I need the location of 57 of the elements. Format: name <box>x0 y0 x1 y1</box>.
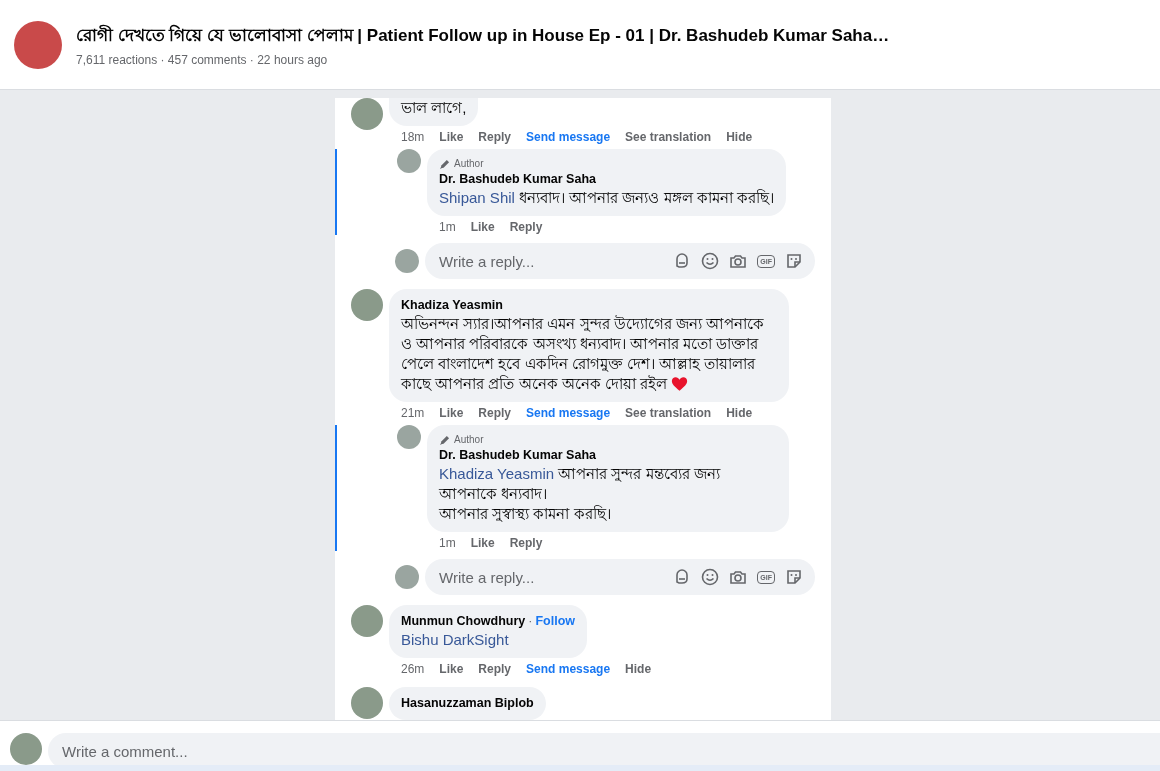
action-link[interactable]: Like <box>439 129 464 145</box>
commenter-name[interactable]: Khadiza Yeasmin <box>401 297 503 314</box>
action-link[interactable]: Reply <box>478 129 512 145</box>
action-link[interactable]: Reply <box>478 405 512 421</box>
action-link[interactable]: Like <box>439 661 464 677</box>
mention-link[interactable]: Shipan Shil <box>439 189 515 206</box>
author-label: Author <box>454 433 484 447</box>
pen-icon <box>439 434 450 446</box>
user-avatar[interactable] <box>397 149 421 173</box>
action-link[interactable]: Reply <box>478 661 512 677</box>
user-avatar[interactable] <box>397 425 421 449</box>
commenter-name[interactable]: Hasanuzzaman Biplob <box>401 695 534 712</box>
post-title: রোগী দেখতে গিয়ে যে ভালোবাসা পেলাম | Patient Follow up in House Ep - 01 | Dr. Bashudeb Kumar Saha… <box>76 23 890 47</box>
comment-time: 18m <box>401 129 425 145</box>
action-link[interactable]: Hide <box>726 129 753 145</box>
commenter-name[interactable]: Munmun Chowdhury <box>401 613 526 630</box>
user-avatar[interactable] <box>351 289 383 321</box>
camera-icon <box>729 568 748 586</box>
user-avatar[interactable] <box>351 605 383 637</box>
action-link[interactable]: Reply <box>509 535 543 551</box>
action-link[interactable]: Like <box>470 535 495 551</box>
send-message-link[interactable]: Send message <box>526 129 611 145</box>
action-link[interactable]: See translation <box>625 405 712 421</box>
emoji-icon <box>701 568 720 586</box>
pen-icon <box>439 158 450 170</box>
comment-time: 1m <box>439 535 456 551</box>
mention-link[interactable]: Bishu DarkSight <box>401 631 509 648</box>
emoji-icon <box>701 252 720 270</box>
post-stats: 7,611 reactions · 457 comments · 22 hours ago <box>76 53 329 67</box>
user-avatar[interactable] <box>351 98 383 130</box>
page-avatar[interactable] <box>14 20 62 69</box>
action-link[interactable]: Hide <box>726 405 753 421</box>
user-avatar[interactable] <box>10 733 42 765</box>
comment-time: 26m <box>401 661 425 677</box>
comment-text: Khadiza Yeasmin আপনার সুন্দর মন্তব্যের জন্য আপনাকে ধন্যবাদ। আপনার সুস্বাস্থ্য কামনা করছি। <box>439 464 722 524</box>
separator-dot: · <box>528 613 533 630</box>
user-avatar[interactable] <box>395 565 419 589</box>
mention-link[interactable]: Khadiza Yeasmin <box>439 465 555 482</box>
action-link[interactable]: Like <box>439 405 464 421</box>
send-message-link[interactable]: Send message <box>526 661 611 677</box>
comment-text: অভিনন্দন স্যার।আপনার এমন সুন্দর উদ্যোগের জন্য আপনাকে ও আপনার পরিবারকে অসংখ্য ধন্যবাদ। আপনার মতো ডাক্তার পেলে বাংলাদেশ হবে একদিন রোগমুক্ত দেশ। আল্লাহ তায়ালার কাছে আপনার প্রতি অনেক অনেক দোয়া রইল <box>401 314 765 394</box>
author-label: Author <box>454 157 484 171</box>
follow-link[interactable]: Follow <box>535 613 576 630</box>
send-message-link[interactable]: Send message <box>526 405 611 421</box>
action-link[interactable]: See translation <box>625 129 712 145</box>
comment-text: Shipan Shil ধন্যবাদ। আপনার জন্যও মঙ্গল কামনা করছি। <box>439 188 774 208</box>
action-link[interactable]: Reply <box>509 219 543 235</box>
comment-time: 1m <box>439 219 456 235</box>
user-avatar[interactable] <box>395 249 419 273</box>
user-avatar[interactable] <box>351 687 383 719</box>
action-link[interactable]: Hide <box>625 661 652 677</box>
camera-icon <box>729 252 748 270</box>
comment-text: ভাল লাগে, <box>401 98 467 118</box>
action-link[interactable]: Like <box>470 219 495 235</box>
comment-time: 21m <box>401 405 425 421</box>
commenter-name[interactable]: Dr. Bashudeb Kumar Saha <box>439 171 596 188</box>
commenter-name[interactable]: Dr. Bashudeb Kumar Saha <box>439 447 596 464</box>
